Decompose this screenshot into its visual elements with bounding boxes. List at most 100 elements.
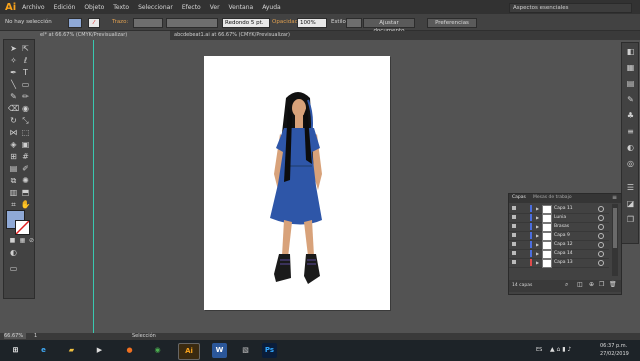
folder-icon[interactable]: ▰: [64, 343, 79, 358]
stroke-color-icon[interactable]: [15, 220, 30, 235]
stroke-weight-field[interactable]: [133, 18, 163, 28]
brush-definition[interactable]: Redondo 5 pt.: [222, 18, 270, 28]
target-icon[interactable]: [598, 251, 604, 257]
lasso-tool-icon[interactable]: ℓ: [20, 56, 31, 66]
new-sublayer-icon[interactable]: ⊕: [589, 281, 594, 288]
visibility-icon[interactable]: [512, 251, 516, 255]
gradient-panel-icon[interactable]: ◐: [625, 143, 636, 153]
graph-tool-icon[interactable]: ▥: [8, 188, 19, 198]
visibility-icon[interactable]: [512, 206, 516, 210]
menu-ayuda[interactable]: Ayuda: [262, 4, 281, 11]
tab-document-1[interactable]: el* at 66.67% (CMYK/Previsualizar): [36, 31, 170, 40]
perspective-grid-tool-icon[interactable]: ⊞: [8, 152, 19, 162]
rectangle-tool-icon[interactable]: ▭: [20, 80, 31, 90]
tab-document-2[interactable]: abcdebeat1.ai at 66.67% (CMYK/Previsuali…: [170, 31, 324, 40]
document-setup-button[interactable]: Ajustar documento: [363, 18, 415, 34]
none-mode-icon[interactable]: ⊘: [26, 236, 37, 246]
slice-tool-icon[interactable]: ⌗: [8, 200, 19, 210]
menu-objeto[interactable]: Objeto: [84, 4, 104, 11]
tray-icons[interactable]: ▲ ⌂ ▮ ♪: [550, 346, 571, 353]
start-icon[interactable]: ⊞: [8, 343, 23, 358]
expand-icon[interactable]: ▶: [536, 231, 539, 240]
gradient-tool-icon[interactable]: ▤: [8, 164, 19, 174]
direct-selection-tool-icon[interactable]: ⇱: [20, 44, 31, 54]
menu-archivo[interactable]: Archivo: [22, 4, 44, 11]
brushes-panel-icon[interactable]: ✎: [625, 95, 636, 105]
style-swatch[interactable]: [346, 18, 362, 28]
target-icon[interactable]: [598, 233, 604, 239]
pen-tool-icon[interactable]: ✒: [8, 68, 19, 78]
hand-tool-icon[interactable]: ✋: [20, 200, 31, 210]
menu-texto[interactable]: Texto: [113, 4, 129, 11]
artboard-tool-icon[interactable]: ⬒: [20, 188, 31, 198]
swatches-panel-icon[interactable]: ▤: [625, 79, 636, 89]
stroke-swatch[interactable]: ⁄: [88, 18, 100, 28]
expand-icon[interactable]: ▶: [536, 222, 539, 231]
clock-time[interactable]: 06:37 p.m.: [600, 343, 627, 349]
delete-layer-icon[interactable]: 🗑: [609, 281, 617, 288]
blob-brush-tool-icon[interactable]: ◉: [20, 104, 31, 114]
clock-date[interactable]: 27/02/2019: [600, 351, 629, 357]
chrome-icon[interactable]: ◉: [150, 343, 165, 358]
expand-icon[interactable]: ▶: [536, 213, 539, 222]
artboard[interactable]: [204, 56, 390, 310]
gallery-icon[interactable]: ▧: [238, 343, 253, 358]
layers-scrollbar[interactable]: [612, 204, 618, 276]
mesh-tool-icon[interactable]: #: [20, 152, 31, 162]
ie-icon[interactable]: e: [36, 343, 51, 358]
appearance-panel-icon[interactable]: ☰: [625, 183, 636, 193]
eyedropper-tool-icon[interactable]: ✐: [20, 164, 31, 174]
visibility-icon[interactable]: [512, 215, 516, 219]
rotate-tool-icon[interactable]: ↻: [8, 116, 19, 126]
screen-mode-icon[interactable]: ▭: [8, 264, 19, 274]
new-layer-icon[interactable]: ❐: [599, 281, 604, 288]
expand-icon[interactable]: ▶: [536, 240, 539, 249]
live-paint-tool-icon[interactable]: ▣: [20, 140, 31, 150]
tab-artboards[interactable]: Mesas de trabajo: [533, 195, 572, 200]
line-tool-icon[interactable]: ╲: [8, 80, 19, 90]
free-transform-tool-icon[interactable]: ⬚: [20, 128, 31, 138]
expand-icon[interactable]: ▶: [536, 258, 539, 267]
visibility-icon[interactable]: [512, 242, 516, 246]
menu-ventana[interactable]: Ventana: [229, 4, 254, 11]
word-icon[interactable]: W: [212, 343, 227, 358]
variable-width-field[interactable]: [166, 18, 218, 28]
illustrator-taskbar-icon[interactable]: Ai: [178, 343, 200, 360]
clipping-mask-icon[interactable]: ◫: [577, 281, 583, 288]
layers-panel-icon[interactable]: ❐: [625, 215, 636, 225]
workspace-switcher[interactable]: Aspectos esenciales: [509, 3, 632, 13]
type-tool-icon[interactable]: T: [20, 68, 31, 78]
expand-icon[interactable]: ▶: [536, 204, 539, 213]
menu-seleccionar[interactable]: Seleccionar: [138, 4, 173, 11]
target-icon[interactable]: [598, 242, 604, 248]
shape-builder-tool-icon[interactable]: ◈: [8, 140, 19, 150]
color-guide-icon[interactable]: ▦: [625, 63, 636, 73]
preferences-button[interactable]: Preferencias: [427, 18, 477, 28]
stroke-panel-icon[interactable]: ≡: [625, 127, 636, 137]
menu-efecto[interactable]: Efecto: [182, 4, 201, 11]
opacity-field[interactable]: 100%: [297, 18, 327, 28]
magic-wand-tool-icon[interactable]: ✧: [8, 56, 19, 66]
width-tool-icon[interactable]: ⋈: [8, 128, 19, 138]
target-icon[interactable]: [598, 215, 604, 221]
photoshop-icon[interactable]: Ps: [262, 343, 277, 358]
symbol-sprayer-tool-icon[interactable]: ✺: [20, 176, 31, 186]
graphic-styles-icon[interactable]: ◪: [625, 199, 636, 209]
language-indicator[interactable]: ES: [536, 347, 542, 353]
draw-mode-icon[interactable]: ◐: [8, 248, 19, 258]
fill-swatch[interactable]: [68, 18, 82, 28]
scale-tool-icon[interactable]: ⤡: [20, 116, 31, 126]
symbols-panel-icon[interactable]: ♣: [625, 111, 636, 121]
color-panel-icon[interactable]: ◧: [625, 47, 636, 57]
target-icon[interactable]: [598, 260, 604, 266]
visibility-icon[interactable]: [512, 260, 516, 264]
locate-object-icon[interactable]: ⌕: [565, 281, 568, 289]
target-icon[interactable]: [598, 224, 604, 230]
expand-icon[interactable]: ▶: [536, 249, 539, 258]
menu-ver[interactable]: Ver: [210, 4, 220, 11]
target-icon[interactable]: [598, 206, 604, 212]
firefox-icon[interactable]: ●: [122, 343, 137, 358]
zoom-field[interactable]: 66.67%: [4, 333, 26, 339]
selection-tool-icon[interactable]: ➤: [8, 44, 19, 54]
pencil-tool-icon[interactable]: ✏: [20, 92, 31, 102]
